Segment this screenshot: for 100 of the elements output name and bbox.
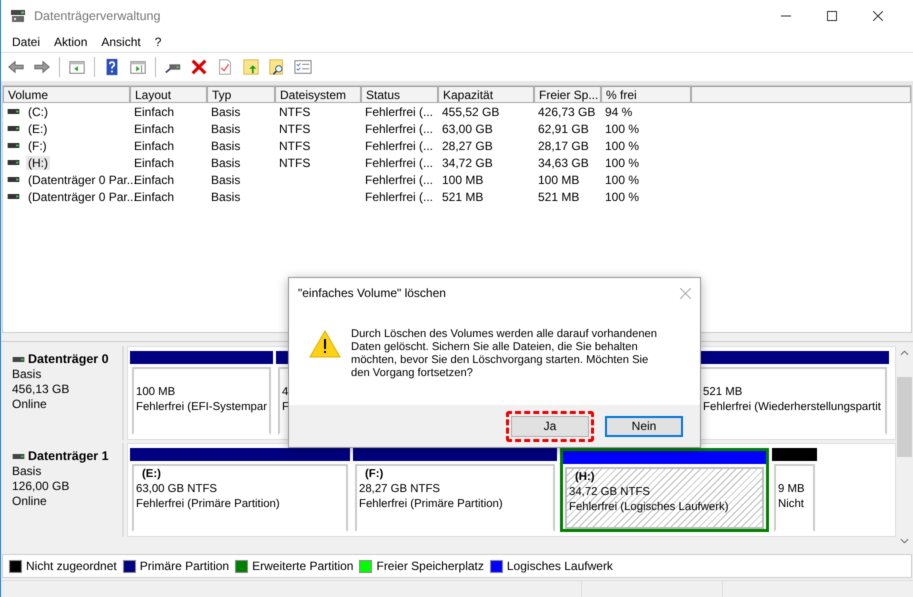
table-cell: 100 % — [605, 190, 640, 204]
disk-state: Online — [12, 494, 48, 509]
disk-type: Basis — [12, 464, 42, 479]
table-cell: Einfach — [134, 156, 174, 170]
disk-management-icon — [10, 8, 26, 22]
menu-item[interactable]: ? — [148, 34, 168, 48]
search-icon[interactable] — [268, 58, 286, 76]
disk-size: 456,13 GB — [12, 382, 70, 397]
table-cell: Einfach — [134, 172, 174, 186]
partition-status: Nicht — [778, 497, 805, 512]
drive-icon — [7, 126, 20, 131]
partition-box[interactable]: 9 MB Nicht — [774, 464, 815, 532]
warning-icon — [309, 330, 341, 358]
checked-document-icon[interactable] — [216, 58, 234, 76]
column-header[interactable]: Status — [361, 86, 438, 103]
close-icon[interactable] — [873, 10, 883, 20]
console-tree-icon[interactable] — [68, 58, 86, 76]
table-cell: Fehlerfrei (... — [365, 138, 434, 152]
table-cell: NTFS — [279, 156, 310, 170]
table-cell: 62,91 GB — [538, 122, 589, 136]
scroll-down-icon[interactable] — [900, 538, 909, 544]
drive-icon — [7, 143, 20, 148]
panel-icon[interactable] — [129, 58, 147, 76]
table-cell: 100 MB — [538, 172, 580, 186]
partition-label: (E:) — [141, 467, 162, 482]
delete-icon[interactable] — [190, 58, 208, 76]
drive-letter[interactable]: (F:) — [26, 138, 49, 152]
menu-item[interactable]: Ansicht — [94, 34, 148, 48]
folder-up-icon[interactable] — [242, 58, 260, 76]
table-cell: 34,63 GB — [538, 156, 589, 170]
column-header[interactable] — [691, 86, 911, 103]
table-cell: Einfach — [134, 138, 174, 152]
table-cell: Einfach — [134, 104, 174, 118]
forward-arrow-icon[interactable] — [33, 58, 51, 76]
table-cell: 455,52 GB — [442, 104, 500, 118]
disk-name: Datenträger 1 — [28, 449, 109, 464]
scroll-up-icon[interactable] — [900, 350, 909, 356]
table-cell: Basis — [211, 190, 240, 204]
partition-size: 34,72 GB NTFS — [569, 485, 652, 500]
partition-status: Fehlerfrei (Logisches Laufwerk) — [569, 500, 730, 515]
column-header[interactable]: Dateisystem — [275, 86, 361, 103]
maximize-icon[interactable] — [827, 10, 837, 20]
table-cell: Fehlerfrei (... — [365, 104, 434, 118]
table-cell: 521 MB — [538, 190, 580, 204]
drive-letter[interactable]: (E:) — [26, 122, 50, 136]
menu-item[interactable]: Aktion — [47, 34, 94, 48]
partition-size: 4 — [282, 385, 290, 400]
column-header[interactable]: Layout — [130, 86, 207, 103]
drive-letter[interactable]: (C:) — [26, 104, 50, 118]
partition-box[interactable]: (H:) 34,72 GB NTFS Fehlerfrei (Logisches Laufwerk) — [565, 467, 764, 529]
window-title: Datenträgerverwaltung — [34, 8, 160, 22]
table-cell: 100 % — [605, 138, 640, 152]
column-header[interactable]: Typ — [207, 86, 275, 103]
legend-label: Nicht zugeordnet — [26, 559, 117, 573]
drive-icon — [7, 194, 20, 199]
partition-box[interactable]: 100 MB Fehlerfrei (EFI-Systempar — [132, 367, 272, 435]
table-cell: Basis — [211, 156, 240, 170]
partition-status: Fehlerfrei (Primäre Partition) — [359, 497, 504, 512]
table-cell: Einfach — [134, 122, 174, 136]
column-header[interactable]: Kapazität — [438, 86, 534, 103]
legend-label: Freier Speicherplatz — [376, 559, 484, 573]
legend-label: Primäre Partition — [140, 559, 230, 573]
column-header[interactable]: Freier Sp... — [534, 86, 601, 103]
table-cell: 100 % — [605, 172, 640, 186]
column-header[interactable]: Volume — [3, 86, 130, 103]
partition-status: Fehlerfrei (Primäre Partition) — [136, 497, 281, 512]
column-header[interactable]: % frei — [601, 86, 691, 103]
disk-name: Datenträger 0 — [28, 352, 109, 367]
partition-box[interactable]: 521 MB Fehlerfrei (Wiederherstellungspartit — [699, 367, 888, 435]
table-cell: Fehlerfrei (... — [365, 190, 434, 204]
table-cell: Einfach — [134, 190, 174, 204]
back-arrow-icon[interactable] — [7, 58, 25, 76]
table-cell: Basis — [211, 138, 240, 152]
partition-box[interactable]: (F:) 28,27 GB NTFS Fehlerfrei (Primäre Partition) — [355, 464, 555, 532]
drive-icon — [7, 109, 20, 114]
partition-size: 63,00 GB NTFS — [136, 482, 218, 497]
table-cell: 521 MB — [442, 190, 484, 204]
table-cell: Basis — [211, 122, 240, 136]
legend-label: Logisches Laufwerk — [506, 559, 613, 573]
dialog-message: Durch Löschen des Volumes werden alle darauf vorhandenen Daten gelöscht. Sichern Sie alle Dateien, die Sie behalten möchten, bevor Sie den Löschvorgang starten. Möchten Sie den Vorgang fortsetzen? — [351, 328, 658, 380]
legend-label: Erweiterte Partition — [252, 559, 354, 573]
drive-letter[interactable]: (H:) — [26, 156, 50, 170]
checklist-icon[interactable] — [294, 58, 312, 76]
table-cell: Basis — [211, 104, 240, 118]
dialog-button[interactable]: Nein — [605, 416, 683, 436]
partition-size: 28,27 GB NTFS — [359, 482, 442, 497]
partition-size: 9 MB — [778, 482, 806, 497]
partition-box[interactable]: (E:) 63,00 GB NTFS Fehlerfrei (Primäre Partition) — [132, 464, 348, 532]
table-cell: NTFS — [279, 104, 310, 118]
scrollbar-thumb[interactable] — [897, 377, 912, 457]
disk-state: Online — [12, 397, 48, 412]
menu-item[interactable]: Datei — [5, 34, 48, 48]
disk-size: 126,00 GB — [12, 479, 70, 494]
dialog-button[interactable]: Ja — [511, 416, 589, 436]
partition-size: 100 MB — [136, 385, 176, 400]
table-cell: Fehlerfrei (... — [365, 156, 434, 170]
table-cell: 34,72 GB — [442, 156, 493, 170]
table-cell: 28,27 GB — [442, 138, 493, 152]
table-cell: NTFS — [279, 122, 310, 136]
table-cell: 63,00 GB — [442, 122, 493, 136]
